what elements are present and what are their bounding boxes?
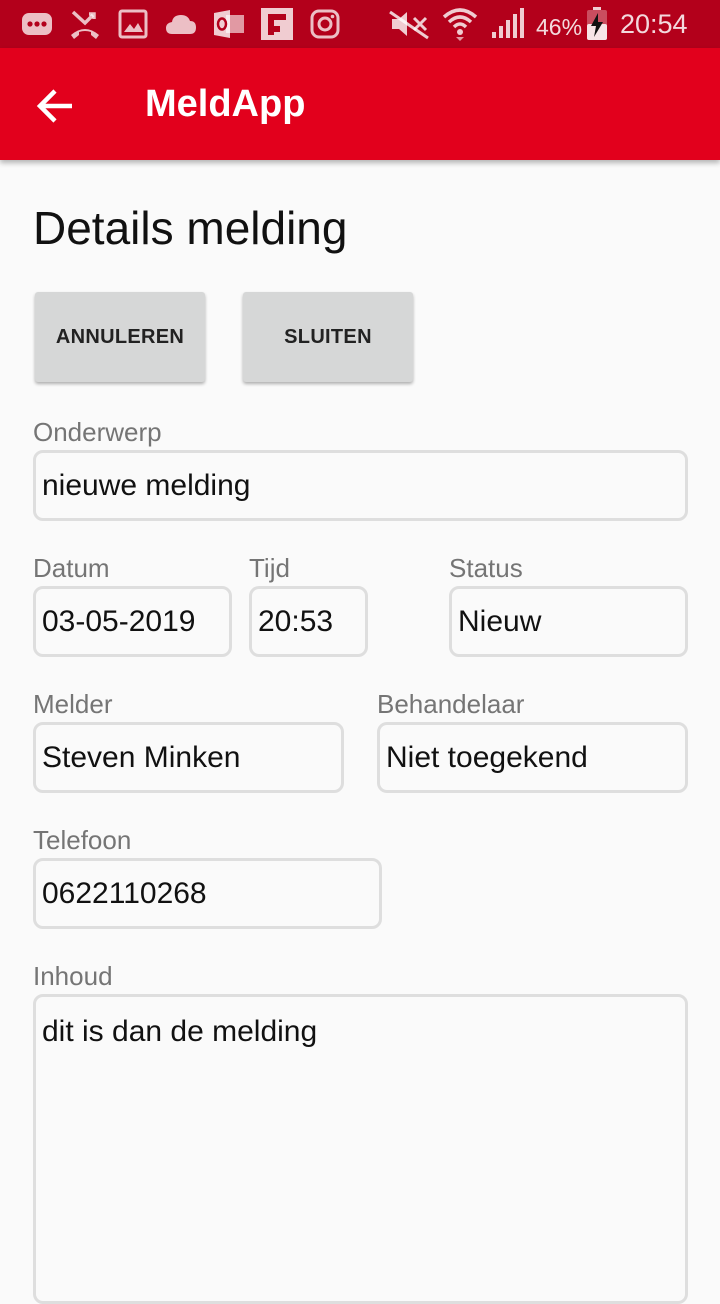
time-label: Tijd [249, 553, 290, 583]
app-title: MeldApp [145, 83, 306, 125]
reporter-field[interactable]: Steven Minken [33, 722, 344, 793]
app-bar: MeldApp [0, 48, 720, 160]
arrow-back-icon[interactable] [32, 82, 80, 130]
instagram-icon [310, 9, 340, 39]
date-field[interactable]: 03-05-2019 [33, 586, 232, 657]
message-icon [22, 13, 52, 35]
time-field[interactable]: 20:53 [249, 586, 368, 657]
missed-call-icon [71, 10, 99, 39]
handler-field[interactable]: Niet toegekend [377, 722, 688, 793]
flipboard-icon [261, 8, 293, 40]
wifi-icon [442, 8, 478, 41]
gallery-icon [118, 9, 148, 39]
phone-field[interactable]: 0622110268 [33, 858, 382, 929]
handler-label: Behandelaar [377, 689, 525, 719]
reporter-label: Melder [33, 689, 113, 719]
date-label: Datum [33, 553, 110, 583]
status-bar: 46% 20:54 [0, 0, 720, 48]
cancel-button[interactable]: ANNULEREN [35, 292, 205, 382]
cloud-icon [166, 15, 196, 34]
battery-percentage: 46% [536, 14, 583, 40]
subject-field[interactable]: nieuwe melding [33, 450, 688, 521]
clock: 20:54 [620, 9, 688, 39]
status-field[interactable]: Nieuw [449, 586, 688, 657]
signal-icon [492, 8, 524, 38]
page-title: Details melding [33, 202, 348, 254]
subject-label: Onderwerp [33, 417, 162, 447]
mute-icon [389, 10, 429, 40]
content-label: Inhoud [33, 961, 113, 991]
close-button[interactable]: SLUITEN [243, 292, 413, 382]
battery-charging-icon [587, 7, 607, 40]
phone-label: Telefoon [33, 825, 132, 855]
status-label: Status [449, 553, 523, 583]
outlook-icon [214, 10, 244, 38]
content-textarea[interactable]: dit is dan de melding [33, 994, 688, 1304]
